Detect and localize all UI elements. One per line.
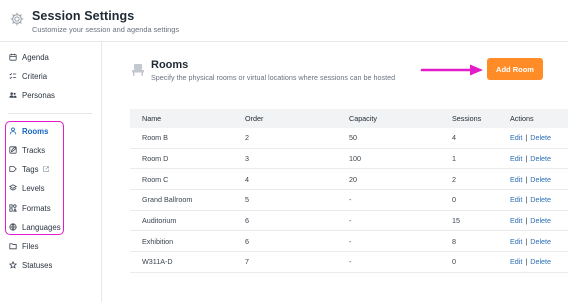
table-row: Grand Ballroom 5 - 0 Edit | Delete: [130, 190, 568, 211]
cell-sessions: 0: [452, 257, 456, 267]
cell-capacity: 100: [349, 154, 361, 164]
cell-order: 6: [245, 216, 249, 226]
cell-order: 6: [245, 236, 249, 246]
cell-capacity: -: [349, 236, 352, 246]
sidebar-item-label: Files: [22, 241, 39, 251]
rooms-table: Name Order Capacity Sessions Actions Roo…: [130, 109, 568, 273]
cell-capacity: -: [349, 216, 352, 226]
delete-link[interactable]: Delete: [530, 175, 551, 184]
page-header: Session Settings Customize your session …: [0, 0, 568, 42]
cell-name: Auditorium: [142, 216, 177, 226]
delete-link[interactable]: Delete: [530, 154, 551, 163]
page-title: Session Settings: [32, 9, 135, 23]
cell-name: W311A-D: [142, 257, 173, 267]
cell-sessions: 4: [452, 133, 456, 143]
cell-order: 7: [245, 257, 249, 267]
section-title: Rooms: [151, 59, 189, 71]
cell-sessions: 2: [452, 174, 456, 184]
cell-order: 3: [245, 154, 249, 164]
cell-actions: Edit | Delete: [510, 169, 551, 189]
column-header-sessions[interactable]: Sessions: [452, 109, 481, 128]
action-separator: |: [525, 195, 528, 205]
column-header-actions: Actions: [510, 114, 534, 123]
edit-link[interactable]: Edit: [510, 216, 522, 225]
sidebar-item-statuses[interactable]: Statuses: [9, 258, 52, 272]
cell-actions: Edit | Delete: [510, 231, 551, 251]
edit-link[interactable]: Edit: [510, 237, 522, 246]
table-row: Room D 3 100 1 Edit | Delete: [130, 149, 568, 170]
edit-link[interactable]: Edit: [510, 195, 522, 204]
table-row: W311A-D 7 - 0 Edit | Delete: [130, 252, 568, 273]
sidebar-item-criteria[interactable]: Criteria: [9, 69, 47, 83]
cell-actions: Edit | Delete: [510, 128, 551, 148]
delete-link[interactable]: Delete: [530, 133, 551, 142]
chair-icon: [132, 64, 144, 76]
people-icon: [9, 92, 17, 98]
column-header-capacity[interactable]: Capacity: [349, 109, 377, 128]
sidebar-item-label: Criteria: [22, 71, 48, 81]
cell-capacity: 20: [349, 174, 357, 184]
cell-actions: Edit | Delete: [510, 149, 551, 169]
table-body: Room B 2 50 4 Edit | Delete Room D 3 100 1 Edit | Del…: [130, 128, 568, 273]
page-subtitle: Customize your session and agenda settin…: [32, 25, 180, 34]
delete-link[interactable]: Delete: [530, 195, 551, 204]
action-separator: |: [525, 174, 528, 184]
action-separator: |: [525, 154, 528, 164]
checklist-icon: [9, 73, 17, 79]
sidebar-item-agenda[interactable]: Agenda: [9, 50, 49, 64]
sidebar-item-label: Statuses: [22, 260, 53, 270]
cell-name: Room B: [142, 133, 168, 143]
gear-icon: [10, 12, 24, 26]
sidebar-divider: [8, 113, 92, 114]
sidebar-item-personas[interactable]: Personas: [9, 88, 55, 102]
sidebar-item-label: Personas: [22, 90, 55, 100]
main-content: Rooms Specify the physical rooms or virt…: [103, 42, 568, 302]
edit-link[interactable]: Edit: [510, 257, 522, 266]
cell-order: 2: [245, 133, 249, 143]
cell-capacity: -: [349, 195, 352, 205]
action-separator: |: [525, 257, 528, 267]
cell-sessions: 0: [452, 195, 456, 205]
sidebar-item-files[interactable]: Files: [9, 239, 38, 253]
cell-sessions: 8: [452, 236, 456, 246]
action-separator: |: [525, 216, 528, 226]
cell-order: 5: [245, 195, 249, 205]
action-separator: |: [525, 133, 528, 143]
sidebar-item-label: Agenda: [22, 52, 49, 62]
table-row: Room C 4 20 2 Edit | Delete: [130, 169, 568, 191]
table-row: Auditorium 6 - 15 Edit | Delete: [130, 211, 568, 232]
cell-name: Room D: [142, 154, 169, 164]
cell-capacity: -: [349, 257, 352, 267]
action-separator: |: [525, 236, 528, 246]
cell-actions: Edit | Delete: [510, 211, 551, 231]
sidebar: Agenda Criteria Personas Rooms Tracks Ta…: [0, 42, 102, 302]
folder-icon: [9, 243, 17, 250]
cell-order: 4: [245, 174, 249, 184]
cell-sessions: 15: [452, 216, 460, 226]
highlight-annotation: [5, 121, 64, 235]
section-description: Specify the physical rooms or virtual lo…: [151, 73, 396, 82]
table-row: Room B 2 50 4 Edit | Delete: [130, 128, 568, 149]
cell-name: Grand Ballroom: [142, 195, 193, 205]
column-header-order[interactable]: Order: [245, 109, 263, 128]
delete-link[interactable]: Delete: [530, 237, 551, 246]
delete-link[interactable]: Delete: [530, 216, 551, 225]
cell-actions: Edit | Delete: [510, 190, 551, 210]
table-header: Name Order Capacity Sessions Actions: [130, 109, 568, 128]
cell-sessions: 1: [452, 154, 456, 164]
column-header-name[interactable]: Name: [142, 109, 161, 128]
star-icon: [9, 261, 17, 269]
cell-capacity: 50: [349, 133, 357, 143]
calendar-icon: [9, 53, 17, 61]
edit-link[interactable]: Edit: [510, 175, 522, 184]
arrow-annotation: [420, 64, 483, 76]
cell-actions: Edit | Delete: [510, 252, 551, 272]
cell-name: Exhibition: [142, 236, 174, 246]
delete-link[interactable]: Delete: [530, 257, 551, 266]
cell-name: Room C: [142, 174, 169, 184]
edit-link[interactable]: Edit: [510, 133, 522, 142]
edit-link[interactable]: Edit: [510, 154, 522, 163]
add-room-button[interactable]: Add Room: [487, 58, 543, 80]
table-row: Exhibition 6 - 8 Edit | Delete: [130, 231, 568, 253]
